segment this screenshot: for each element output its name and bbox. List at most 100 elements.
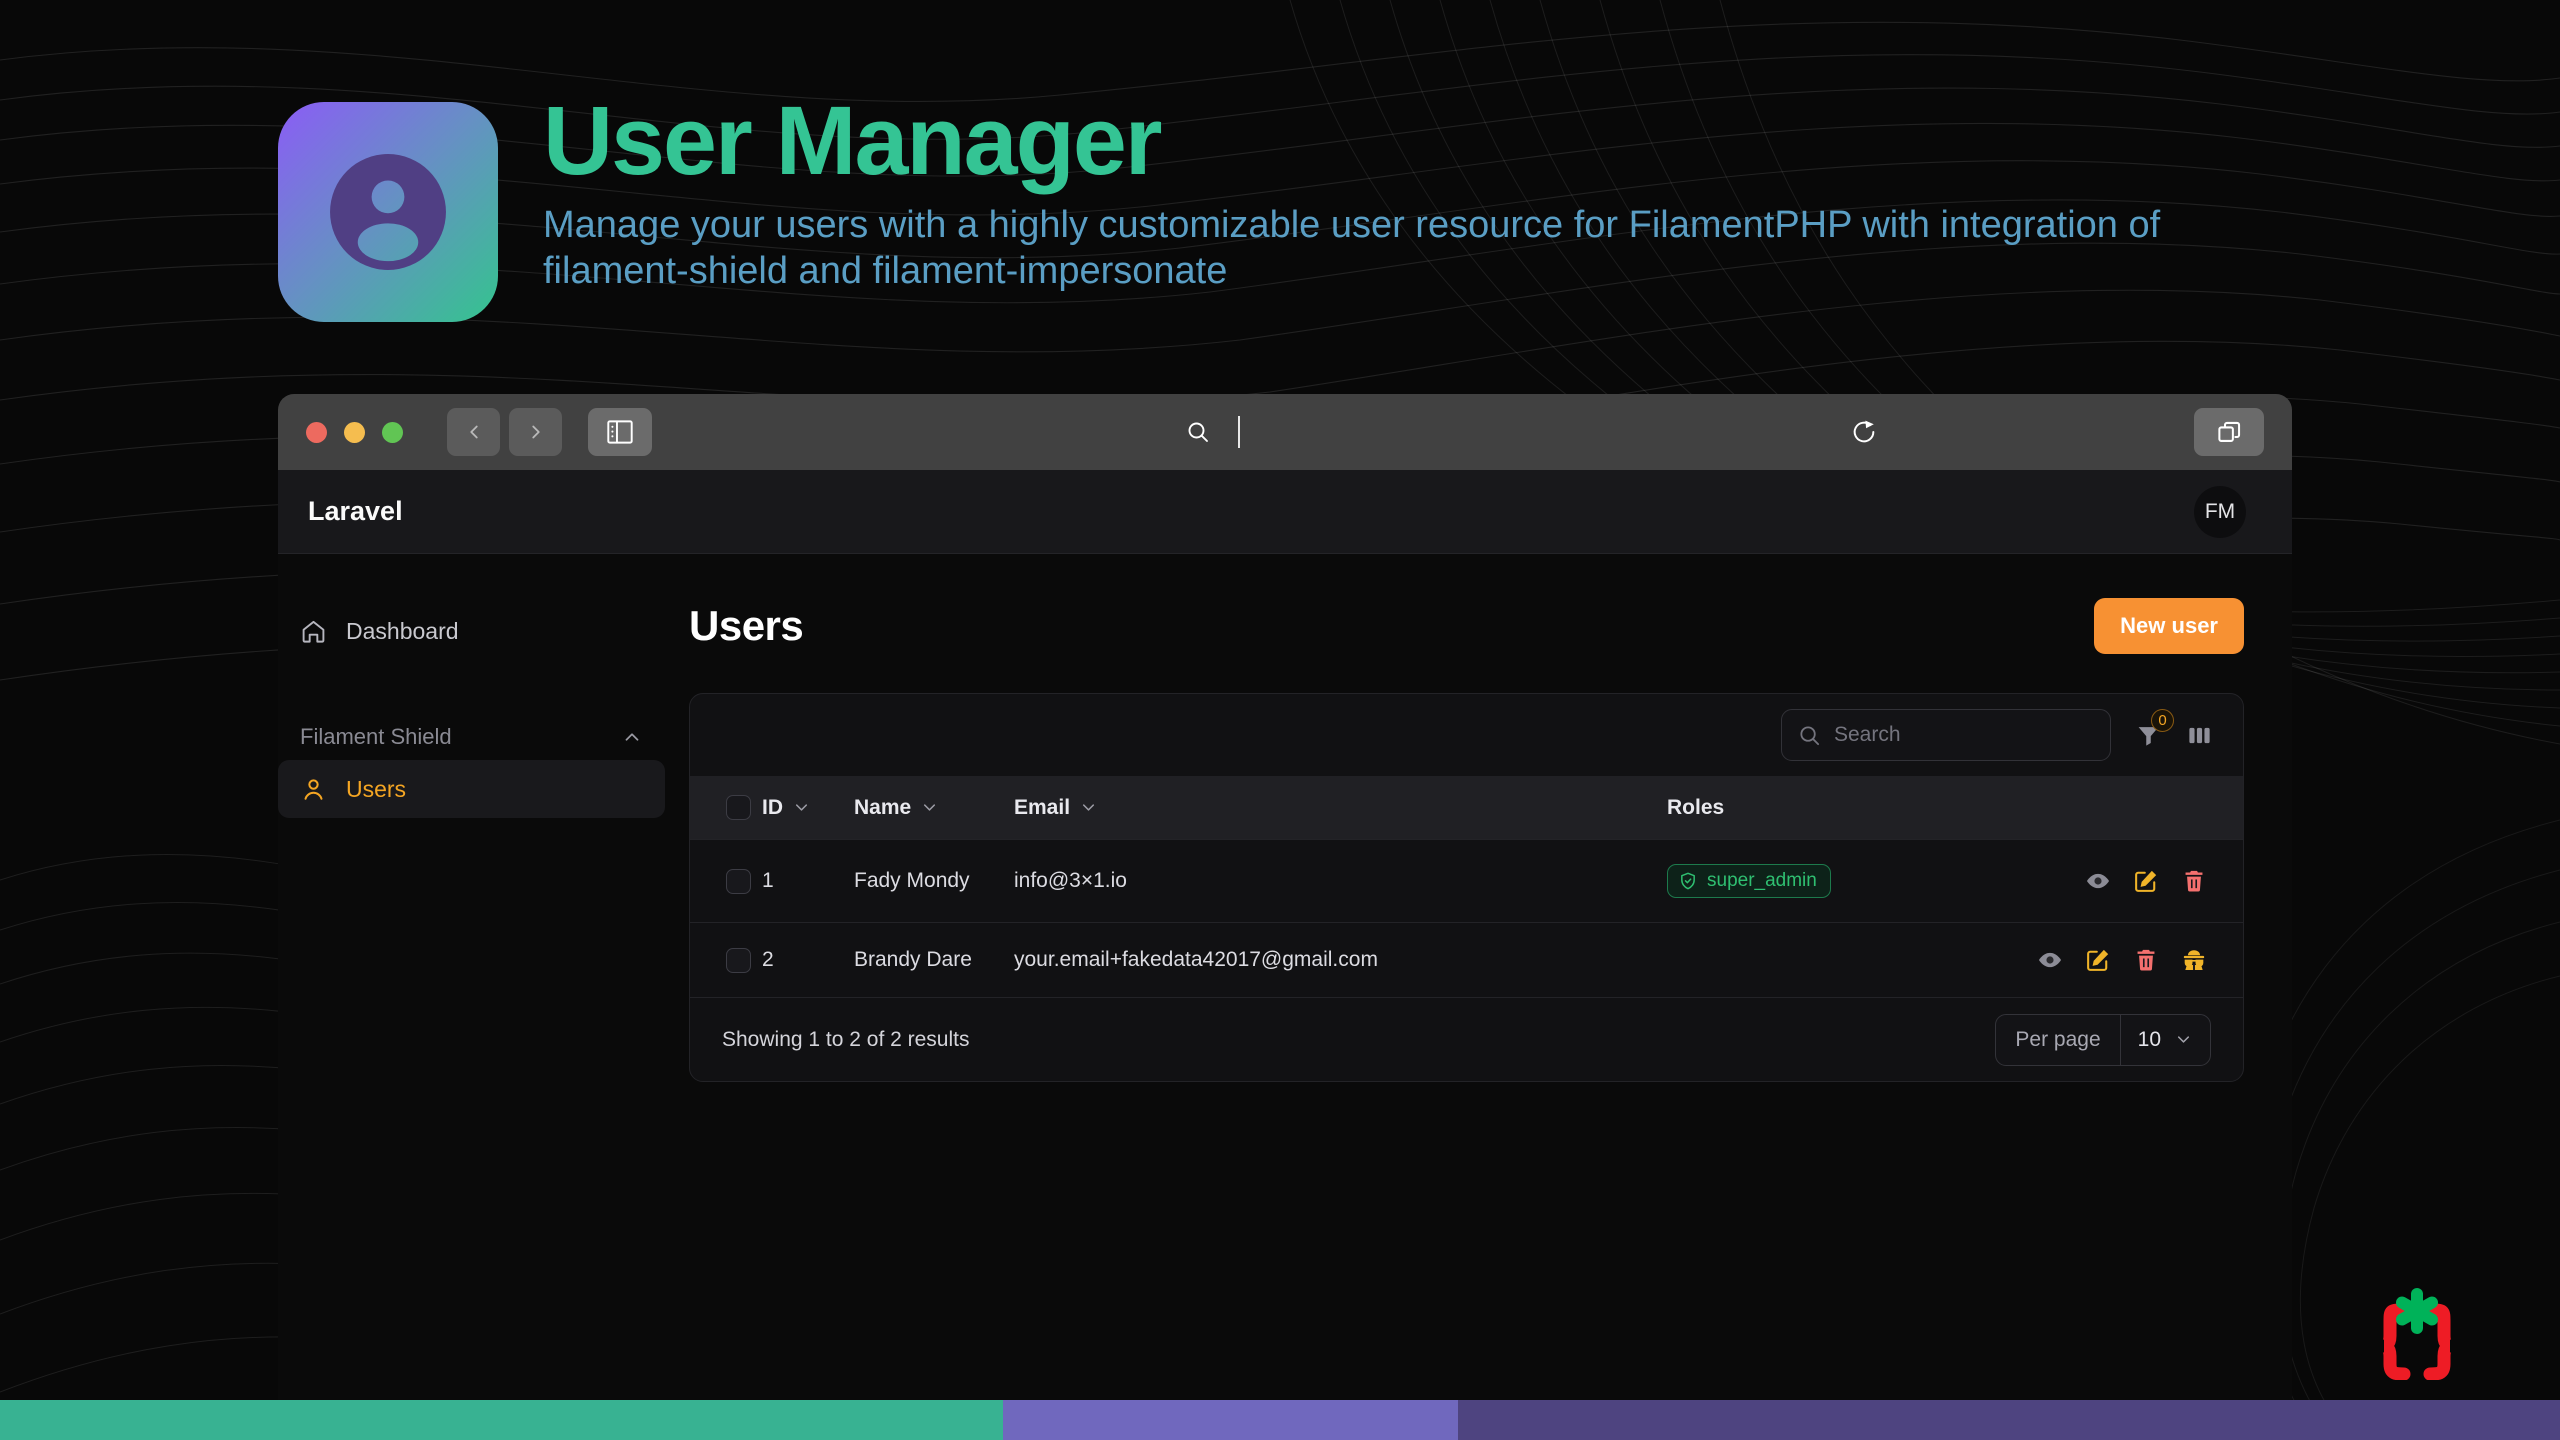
sidebar-item-label: Dashboard — [346, 617, 459, 644]
browser-address-bar[interactable] — [1186, 416, 1240, 448]
delete-row-button[interactable] — [2181, 868, 2207, 894]
main-content: Users New user Search 0 ID Name Email Ro… — [689, 554, 2292, 1400]
app-body: Dashboard Filament Shield Users Users Ne… — [278, 554, 2292, 1400]
search-input[interactable]: Search — [1781, 709, 2111, 761]
table-row[interactable]: 1 Fady Mondy info@3×1.io super_admin — [690, 839, 2243, 923]
edit-row-button[interactable] — [2133, 868, 2159, 894]
chevron-down-icon[interactable] — [792, 798, 811, 817]
table-toolbar: Search 0 — [690, 694, 2243, 776]
table-row[interactable]: 2 Brandy Dare your.email+fakedata42017@g… — [690, 922, 2243, 998]
status-badge: super_admin — [1667, 864, 1831, 898]
role-label: super_admin — [1707, 870, 1817, 891]
checkbox-icon[interactable] — [726, 795, 751, 820]
search-icon — [1188, 422, 1208, 442]
sidebar-group-label: Filament Shield — [300, 724, 452, 749]
users-table-card: Search 0 ID Name Email Roles 1 Fady Mond… — [689, 693, 2244, 1082]
user-avatar[interactable]: FM — [2194, 485, 2246, 538]
chevron-up-icon[interactable] — [621, 726, 643, 748]
sidebar-group-filament-shield[interactable]: Filament Shield — [278, 714, 665, 760]
hero-section: User Manager Manage your users with a hi… — [0, 0, 2560, 392]
users-page-title: Users — [689, 602, 804, 649]
column-label: Roles — [1667, 795, 1725, 819]
code-braces-logo — [2364, 1288, 2470, 1385]
page-header: Users New user — [689, 598, 2244, 654]
view-row-button[interactable] — [2085, 868, 2111, 894]
cell-name: Brandy Dare — [854, 948, 972, 971]
sidebar: Dashboard Filament Shield Users — [278, 554, 689, 1400]
checkbox-icon[interactable] — [726, 868, 751, 894]
columns-toggle-icon — [2189, 727, 2210, 743]
column-header-name[interactable]: Name — [854, 776, 1014, 840]
chevron-down-icon[interactable] — [1079, 798, 1098, 817]
toggle-columns-button[interactable] — [2186, 722, 2213, 749]
cell-name: Fady Mondy — [854, 869, 970, 892]
impersonate-row-button[interactable] — [2181, 947, 2207, 973]
tabs-overview-icon — [2217, 421, 2240, 442]
per-page-value-button[interactable]: 10 — [2121, 1015, 2210, 1065]
table-header-row: ID Name Email Roles — [690, 776, 2243, 840]
filter-button[interactable]: 0 — [2135, 708, 2174, 749]
new-user-button[interactable]: New user — [2094, 598, 2244, 654]
minimize-window-button[interactable] — [344, 421, 365, 443]
edit-icon — [2087, 949, 2109, 971]
search-icon — [1800, 725, 1820, 745]
text-caret — [1238, 416, 1240, 448]
forward-button[interactable] — [509, 408, 562, 456]
impersonate-spy-icon — [2183, 950, 2205, 970]
back-button[interactable] — [447, 408, 500, 456]
row-select-cell[interactable] — [690, 840, 762, 923]
column-header-actions — [2037, 776, 2243, 840]
view-row-button[interactable] — [2037, 947, 2063, 973]
app-navbar: Laravel FM — [278, 470, 2292, 554]
stripe-teal — [0, 1400, 1003, 1440]
users-table: ID Name Email Roles 1 Fady Mondy info@3×… — [690, 776, 2243, 997]
sidebar-item-label: Users — [346, 775, 407, 802]
page-subtitle: Manage your users with a highly customiz… — [543, 204, 2161, 293]
maximize-window-button[interactable] — [382, 421, 403, 443]
select-all-header[interactable] — [690, 776, 762, 840]
close-window-button[interactable] — [306, 421, 327, 443]
eye-icon — [2038, 952, 2062, 968]
edit-row-button[interactable] — [2085, 947, 2111, 973]
chevron-right-icon — [531, 425, 540, 439]
column-header-roles: Roles — [1667, 776, 2037, 840]
reload-icon — [1853, 420, 1875, 443]
page-title: User Manager — [543, 86, 1163, 195]
app-brand[interactable]: Laravel — [308, 496, 403, 527]
cell-roles — [1667, 923, 2037, 998]
checkbox-icon[interactable] — [726, 947, 751, 973]
per-page-value: 10 — [2137, 1027, 2161, 1051]
cell-actions — [2037, 840, 2243, 923]
chevron-down-icon[interactable] — [920, 798, 939, 817]
user-icon — [304, 778, 323, 800]
column-header-id[interactable]: ID — [762, 776, 854, 840]
row-select-cell[interactable] — [690, 923, 762, 998]
shield-check-icon — [1681, 872, 1695, 890]
window-traffic-lights[interactable] — [306, 421, 403, 443]
results-summary: Showing 1 to 2 of 2 results — [722, 1027, 970, 1051]
cell-id: 2 — [762, 948, 774, 971]
tab-overview-button[interactable] — [2194, 408, 2264, 456]
table-footer: Showing 1 to 2 of 2 results Per page 10 — [690, 997, 2243, 1081]
column-label: Name — [854, 795, 912, 819]
bottom-color-stripes — [0, 1400, 2560, 1440]
sidebar-item-users[interactable]: Users — [278, 760, 665, 818]
cell-email: your.email+fakedata42017@gmail.com — [1014, 948, 1378, 971]
reload-button[interactable] — [1834, 418, 1894, 446]
app-logo — [278, 102, 498, 322]
edit-icon — [2135, 870, 2157, 892]
browser-chrome-bar — [278, 394, 2292, 470]
filter-count-badge: 0 — [2151, 708, 2174, 732]
stripe-light-purple — [1003, 1400, 1458, 1440]
cell-id: 1 — [762, 869, 774, 892]
sidebar-item-dashboard[interactable]: Dashboard — [278, 602, 665, 660]
chevron-down-icon — [2177, 1036, 2190, 1043]
column-label: ID — [762, 795, 783, 819]
column-label: Email — [1014, 795, 1071, 819]
per-page-selector[interactable]: Per page 10 — [1995, 1013, 2211, 1066]
user-avatar-icon — [330, 154, 446, 270]
delete-row-button[interactable] — [2133, 947, 2159, 973]
per-page-label: Per page — [1996, 1014, 2121, 1065]
code-braces-asterisk-icon — [2382, 1288, 2452, 1381]
column-header-email[interactable]: Email — [1014, 776, 1667, 840]
